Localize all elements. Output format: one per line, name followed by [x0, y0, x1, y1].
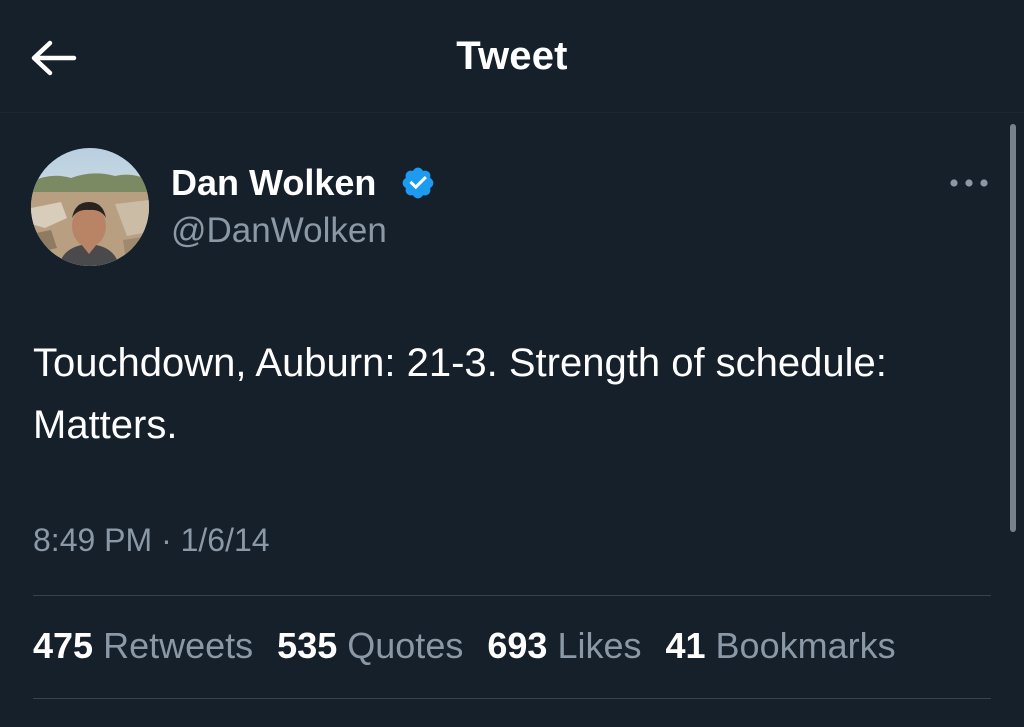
engagement-stats: 475 Retweets 535 Quotes 693 Likes 41 Boo…	[33, 625, 896, 667]
author-handle[interactable]: @DanWolken	[171, 211, 387, 251]
more-options-button[interactable]	[944, 168, 994, 198]
tweet-text: Touchdown, Auburn: 21-3. Strength of sch…	[33, 341, 887, 447]
divider	[33, 698, 991, 699]
likes-stat[interactable]: 693 Likes	[487, 625, 641, 667]
top-navigation-bar: Tweet	[0, 0, 1024, 113]
tweet: Dan Wolken @DanWolken Touchdown, Auburn:…	[0, 112, 1024, 727]
author-display-name[interactable]: Dan Wolken	[171, 162, 376, 204]
divider	[33, 595, 991, 596]
tweet-timestamp[interactable]: 8:49 PM · 1/6/14	[33, 522, 270, 559]
avatar[interactable]	[31, 148, 149, 266]
quotes-stat[interactable]: 535 Quotes	[277, 625, 463, 667]
page-title: Tweet	[456, 34, 568, 78]
bookmarks-stat[interactable]: 41 Bookmarks	[665, 625, 895, 667]
more-dots-icon	[950, 179, 988, 187]
verified-badge-icon	[402, 167, 434, 199]
tweet-detail-screen: Tweet Dan Wolken @DanWolken Touchdown, A…	[0, 0, 1024, 727]
retweets-stat[interactable]: 475 Retweets	[33, 625, 253, 667]
avatar-photo	[31, 148, 149, 266]
